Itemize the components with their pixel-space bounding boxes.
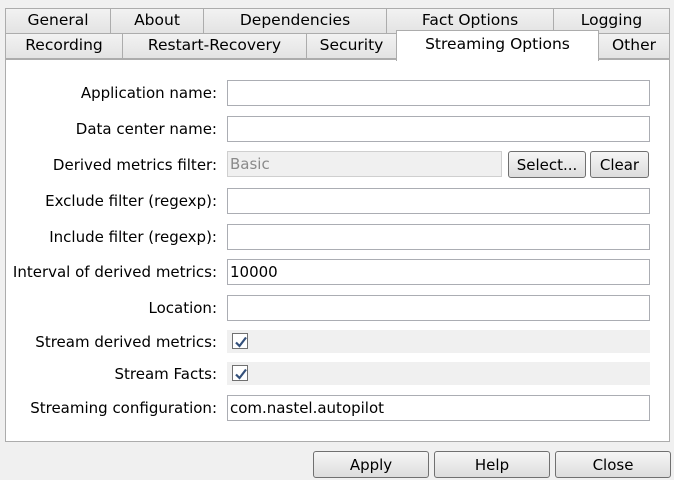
stream-facts-row	[227, 362, 650, 385]
checkmark-icon	[235, 336, 247, 348]
interval-derived-metrics-field[interactable]	[227, 259, 650, 285]
tab-streaming-options[interactable]: Streaming Options	[396, 30, 599, 61]
stream-facts-checkbox[interactable]	[232, 365, 248, 381]
application-name-field[interactable]	[227, 80, 650, 106]
derived-metrics-filter-label: Derived metrics filter:	[52, 156, 217, 174]
tab-restart-recovery[interactable]: Restart-Recovery	[122, 33, 307, 59]
checkmark-icon	[235, 368, 247, 380]
tab-other[interactable]: Other	[598, 33, 670, 59]
streaming-configuration-label: Streaming configuration:	[30, 399, 217, 417]
stream-derived-metrics-row	[227, 330, 650, 353]
apply-button[interactable]: Apply	[313, 451, 429, 478]
include-filter-label: Include filter (regexp):	[49, 228, 217, 246]
select-button[interactable]: Select...	[508, 151, 586, 178]
streaming-configuration-field[interactable]	[227, 395, 650, 421]
tab-recording[interactable]: Recording	[5, 33, 123, 59]
data-center-name-label: Data center name:	[75, 120, 217, 138]
tab-dependencies[interactable]: Dependencies	[203, 8, 387, 34]
close-button[interactable]: Close	[555, 451, 671, 478]
application-name-label: Application name:	[80, 84, 217, 102]
exclude-filter-field[interactable]	[227, 188, 650, 214]
tab-general[interactable]: General	[5, 8, 111, 34]
include-filter-field[interactable]	[227, 224, 650, 250]
help-button[interactable]: Help	[434, 451, 550, 478]
stream-derived-metrics-label: Stream derived metrics:	[35, 333, 217, 351]
clear-button[interactable]: Clear	[590, 151, 649, 178]
location-label: Location:	[148, 299, 218, 317]
interval-derived-metrics-label: Interval of derived metrics:	[12, 263, 217, 281]
data-center-name-field[interactable]	[227, 116, 650, 142]
stream-derived-metrics-checkbox[interactable]	[232, 333, 248, 349]
derived-metrics-filter-field	[227, 151, 502, 177]
location-field[interactable]	[227, 295, 650, 321]
stream-facts-label: Stream Facts:	[114, 365, 217, 383]
exclude-filter-label: Exclude filter (regexp):	[45, 192, 217, 210]
tab-security[interactable]: Security	[306, 33, 397, 59]
tab-about[interactable]: About	[110, 8, 204, 34]
